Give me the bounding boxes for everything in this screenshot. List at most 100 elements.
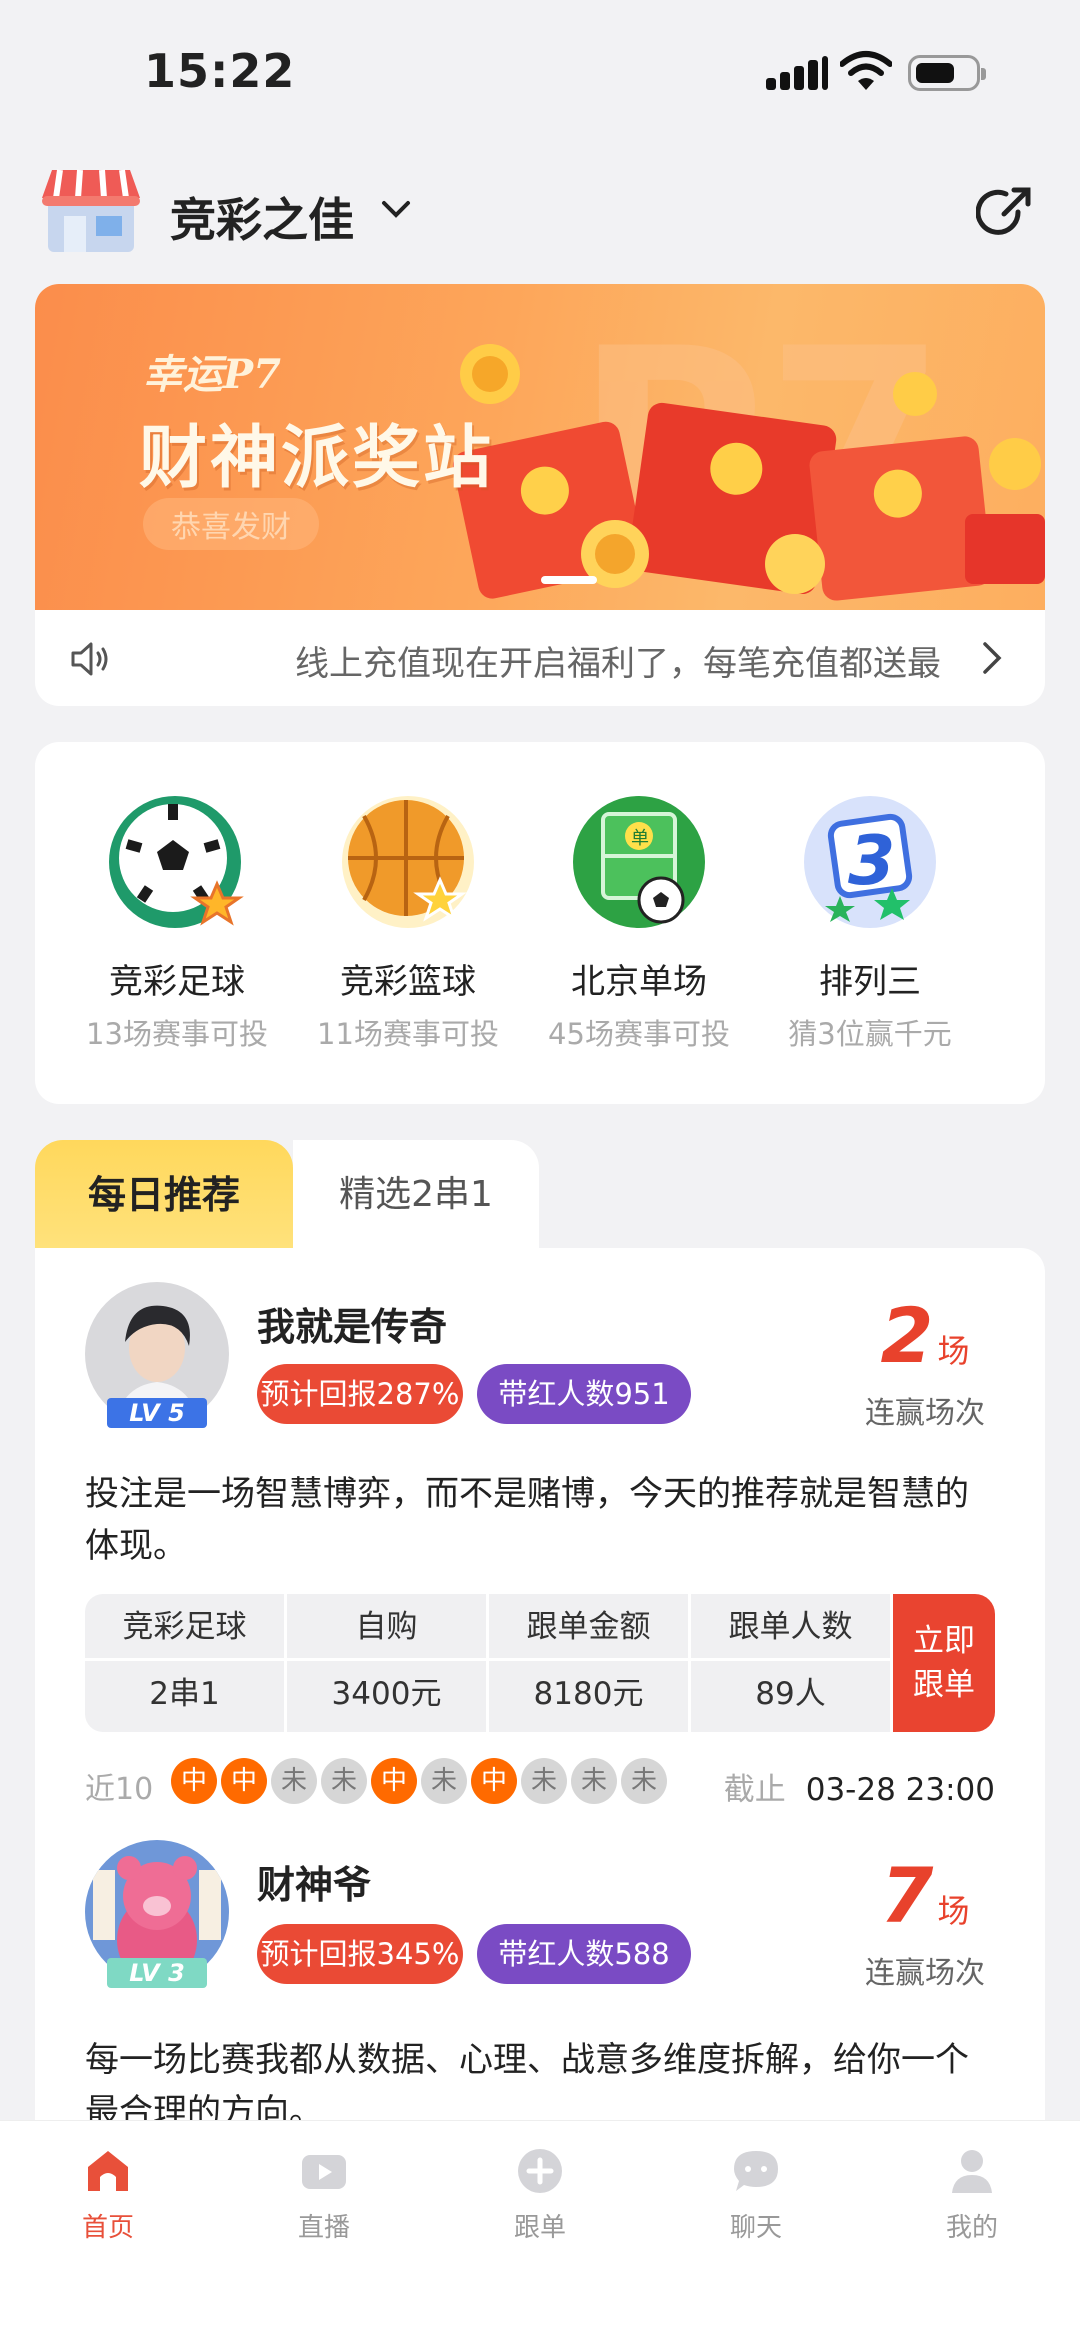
nav-item-mine[interactable]: 我的 [902,2147,1042,2244]
hit-count-badge: 带红人数588 [477,1924,691,1984]
nav-label: 跟单 [513,2213,566,2243]
streak-unit: 场 [937,1892,970,1930]
category-name: 排列三 [819,962,921,1002]
tab-selected-2x1[interactable]: 精选2串1 [293,1140,539,1250]
recent-label: 近10 [85,1772,154,1807]
table-column: 自购 3400元 [287,1594,489,1732]
follow-order-button[interactable]: 立即 跟单 [893,1594,995,1732]
nav-label: 我的 [945,2213,998,2243]
category-subtitle: 13场赛事可投 [86,1017,268,1051]
banner-title: 财神派奖站 [139,418,495,498]
category-item-basketball[interactable]: 竞彩篮球 11场赛事可投 [298,792,518,1053]
result-dot: 未 [271,1758,317,1804]
category-name: 北京单场 [571,962,707,1002]
nav-item-chat[interactable]: 聊天 [686,2147,826,2244]
result-dot: 未 [521,1758,567,1804]
share-icon[interactable] [976,184,1034,242]
follow-button-line1: 立即 [913,1623,975,1659]
result-dot: 中 [471,1758,517,1804]
recommendation-feed: LV 5 我就是传奇 预计回报287% 带红人数951 2场 连赢场次 投注是一… [35,1248,1045,2128]
streak-number: 2 [880,1291,934,1380]
category-name: 竞彩篮球 [340,962,476,1002]
table-header: 自购 [287,1594,486,1661]
banner-tag: 恭喜发财 [143,498,319,550]
category-subtitle: 11场赛事可投 [317,1017,499,1051]
streak-number: 7 [880,1851,934,1940]
status-time: 15:22 [144,44,296,98]
notice-text: 线上充值现在开启福利了，每笔充值都送最 [295,644,941,684]
table-header: 跟单金额 [489,1594,688,1661]
recommendation-card[interactable]: LV 3 财神爷 预计回报345% 带红人数588 7场 连赢场次 每一场比赛我… [35,1840,1045,2128]
recommendation-description: 每一场比赛我都从数据、心理、战意多维度拆解，给你一个最合理的方向。 [85,2040,969,2128]
recent-results: 近10 中中未未中未中未未未 截止 03-28 23:00 [85,1758,995,1808]
wifi-icon [840,51,892,90]
recommendation-card[interactable]: LV 5 我就是传奇 预计回报287% 带红人数951 2场 连赢场次 投注是一… [35,1248,1045,1808]
number-three-icon: 3 [800,792,940,932]
result-dot: 未 [421,1758,467,1804]
category-name: 竞彩足球 [109,962,245,1002]
win-streak: 2场 连赢场次 [825,1298,1025,1432]
result-dot: 中 [171,1758,217,1804]
promo-banner[interactable]: P7 幸运P7 财神派奖站 恭喜发财 [35,284,1045,610]
follow-button-line2: 跟单 [913,1667,975,1703]
table-header: 跟单人数 [691,1594,890,1661]
home-icon [84,2147,132,2195]
speaker-icon [71,642,108,676]
username[interactable]: 财神爷 [257,1854,371,1909]
store-header: 竞彩之佳 [0,160,1080,270]
nav-item-follow[interactable]: 跟单 [470,2147,610,2244]
nav-label: 首页 [81,2213,134,2243]
chevron-down-icon[interactable] [380,198,412,220]
streak-unit: 场 [937,1332,970,1370]
recommendation-description: 投注是一场智慧博弈，而不是赌博，今天的推荐就是智慧的体现。 [85,1474,969,1566]
table-column: 跟单金额 8180元 [489,1594,691,1732]
nav-label: 直播 [297,2213,350,2243]
deadline: 截止 03-28 23:00 [724,1764,995,1809]
deadline-label: 截止 [723,1772,786,1808]
result-dot: 未 [621,1758,667,1804]
recommend-tabs: 每日推荐 精选2串1 [35,1140,539,1250]
category-card: 竞彩足球 13场赛事可投 竞彩篮球 11场赛事可投 单 北京单场 45场赛事可投… [35,742,1045,1104]
result-dot: 中 [221,1758,267,1804]
category-item-pailie3[interactable]: 3 排列三 猜3位赢千元 [760,792,980,1053]
win-streak: 7场 连赢场次 [825,1858,1025,1992]
shop-logo-icon[interactable] [36,160,146,260]
nav-label: 聊天 [729,2213,782,2243]
deadline-time: 03-28 23:00 [805,1772,995,1808]
notice-bar[interactable]: 线上充值现在开启福利了，每笔充值都送最 [35,610,1045,706]
result-dot: 中 [371,1758,417,1804]
video-play-icon [300,2147,348,2195]
hit-count-badge: 带红人数951 [477,1364,691,1424]
banner-card: P7 幸运P7 财神派奖站 恭喜发财 线上充值现在开启福利了，每笔充值都送最 [35,284,1045,706]
table-column: 竞彩足球 2串1 [85,1594,287,1732]
tab-daily-recommend[interactable]: 每日推荐 [35,1140,293,1250]
bottom-navigation: 首页 直播 跟单 聊天 我的 [0,2120,1080,2341]
banner-subtitle: 幸运P7 [143,351,281,398]
category-item-beijing-single[interactable]: 单 北京单场 45场赛事可投 [529,792,749,1053]
table-cell: 89人 [755,1676,826,1712]
nav-item-live[interactable]: 直播 [254,2147,394,2244]
return-badge: 预计回报345% [257,1924,463,1984]
plus-circle-icon [516,2147,564,2195]
chevron-right-icon[interactable] [981,640,1003,676]
result-dots: 中中未未中未中未未未 [171,1758,671,1804]
username[interactable]: 我就是传奇 [257,1296,447,1351]
user-icon [948,2147,996,2195]
soccer-ball-icon [107,792,247,932]
cellular-signal-icon [766,56,828,90]
carousel-indicator [541,576,597,584]
nav-item-home[interactable]: 首页 [38,2147,178,2244]
table-header: 竞彩足球 [85,1594,284,1661]
table-cell: 8180元 [533,1676,644,1712]
svg-text:单: 单 [631,828,649,849]
store-name[interactable]: 竞彩之佳 [170,184,354,250]
chat-bubble-icon [732,2147,780,2195]
status-bar: 15:22 [0,0,1080,140]
table-cell: 3400元 [331,1676,442,1712]
basketball-icon [338,792,478,932]
bet-info-table: 竞彩足球 2串1 自购 3400元 跟单金额 8180元 跟单人数 89人 立即… [85,1594,995,1732]
category-item-football[interactable]: 竞彩足球 13场赛事可投 [67,792,287,1053]
streak-label: 连赢场次 [865,1956,985,1991]
table-cell: 2串1 [149,1676,220,1712]
result-dot: 未 [321,1758,367,1804]
